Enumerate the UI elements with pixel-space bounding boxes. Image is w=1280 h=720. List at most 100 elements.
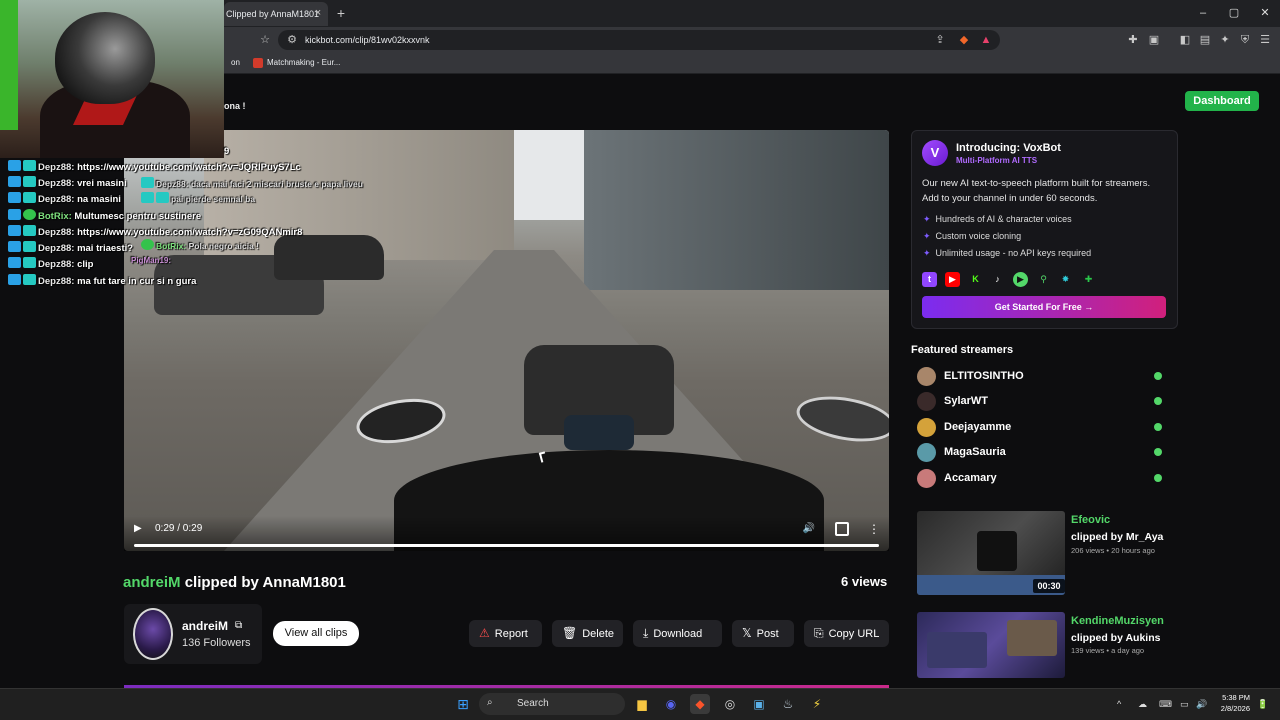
- play-button[interactable]: ▶: [134, 522, 146, 536]
- chat-message: Depz88: vrei masini: [8, 176, 127, 190]
- rewards-icon[interactable]: ▲: [978, 32, 994, 48]
- rumble-icon: ▶: [1013, 272, 1028, 287]
- extensions-icon[interactable]: ✚: [1125, 32, 1141, 48]
- download-button[interactable]: ⤓ Download: [633, 620, 722, 647]
- ai-icon[interactable]: ✦: [1217, 32, 1233, 48]
- bookmark-item[interactable]: on: [231, 57, 240, 69]
- sidebar-icon[interactable]: ◧: [1177, 32, 1193, 48]
- bookmark-icon[interactable]: ☆: [257, 32, 273, 48]
- promo-subtitle: Multi-Platform AI TTS: [956, 156, 1038, 165]
- share-icon: ⎘: [814, 626, 824, 640]
- discord-icon[interactable]: ◉: [661, 694, 681, 714]
- volume-button[interactable]: 🔊: [802, 522, 816, 536]
- minimize-button[interactable]: –: [1193, 4, 1213, 22]
- chat-message-faded: PigMan19:: [131, 256, 172, 265]
- more-options-button[interactable]: ⋮: [868, 522, 880, 536]
- tab-close-button[interactable]: ×: [311, 4, 325, 22]
- video-frame-mirror: [793, 389, 889, 449]
- sparkle-icon: ✦: [923, 231, 931, 241]
- post-button[interactable]: 𝕏 Post: [732, 620, 794, 647]
- video-progress-bar[interactable]: [134, 544, 879, 547]
- live-indicator-icon: [1154, 448, 1162, 456]
- trovo-icon: ✸: [1061, 274, 1070, 284]
- url-text[interactable]: kickbot.com/clip/81wv02kxxvnk: [305, 33, 430, 47]
- tab-title: Clipped by AnnaM1801: [226, 9, 320, 19]
- brave-shield-icon[interactable]: ◆: [956, 32, 972, 48]
- related-clip-streamer[interactable]: Efeovic: [1071, 513, 1110, 527]
- clock[interactable]: 5:38 PM 2/8/2026: [1214, 692, 1250, 714]
- clip-streamer-link[interactable]: andreiM: [123, 574, 181, 591]
- video-progress-fill: [134, 544, 879, 547]
- menu-icon[interactable]: ☰: [1257, 32, 1273, 48]
- windows-start-icon[interactable]: ⊞: [453, 694, 473, 714]
- clip-views: 6 views: [841, 574, 888, 589]
- promo-feature: ✦ Unlimited usage - no API keys required: [923, 248, 1092, 258]
- streamer-row[interactable]: SylarWT: [911, 389, 1171, 413]
- reading-icon[interactable]: ▤: [1197, 32, 1213, 48]
- download-icon: ⤓: [643, 626, 649, 640]
- report-button[interactable]: ⚠ Report: [469, 620, 542, 647]
- bookmark-item[interactable]: Matchmaking - Eur...: [267, 57, 340, 69]
- vpn-icon[interactable]: ⛨: [1237, 32, 1253, 48]
- promo-title: Introducing: VoxBot: [956, 142, 1061, 154]
- warning-icon: ⚠: [479, 626, 490, 640]
- chat-message-faded: BotRix: Pola negro aicia !: [141, 239, 259, 253]
- taskbar-search[interactable]: Search: [479, 693, 625, 715]
- external-link-icon[interactable]: ⧉: [235, 619, 242, 633]
- display-icon[interactable]: ▭: [1180, 697, 1189, 711]
- photos-icon[interactable]: ▣: [749, 694, 769, 714]
- related-clip-thumbnail[interactable]: [917, 612, 1065, 678]
- new-tab-button[interactable]: +: [334, 3, 348, 23]
- promo-feature: ✦ Hundreds of AI & character voices: [923, 214, 1072, 224]
- cloud-icon[interactable]: ☁: [1138, 697, 1147, 711]
- get-started-button[interactable]: Get Started For Free →: [922, 296, 1166, 318]
- video-time: 0:29 / 0:29: [155, 523, 203, 534]
- brave-browser-icon[interactable]: ◆: [690, 694, 710, 714]
- share-icon[interactable]: ⇪: [932, 32, 948, 48]
- steam-icon[interactable]: ♨: [778, 694, 798, 714]
- helmet-image: [55, 12, 155, 104]
- chat-message-faded: Depz88: daca mai faci 2 miscari bruste e…: [141, 177, 363, 191]
- volume-icon[interactable]: 🔊: [1196, 697, 1207, 711]
- twitch-icon: t: [922, 272, 937, 287]
- related-clip-title[interactable]: clipped by Mr_Aya: [1071, 531, 1163, 544]
- tray-overflow-icon[interactable]: ^: [1117, 697, 1121, 711]
- obs-icon[interactable]: ◎: [720, 694, 740, 714]
- sparkle-icon: ✦: [923, 248, 931, 258]
- dashboard-button[interactable]: Dashboard: [1185, 91, 1259, 111]
- featured-streamers-heading: Featured streamers: [911, 344, 1014, 356]
- follower-count: 136 Followers: [182, 637, 251, 649]
- site-info-icon[interactable]: ⚙: [284, 32, 300, 48]
- kick-icon: K: [972, 274, 979, 284]
- streamer-row[interactable]: Deejayamme: [911, 415, 1171, 439]
- related-clip-title[interactable]: clipped by Aukins: [1071, 632, 1160, 645]
- copy-url-button[interactable]: ⎘ Copy URL: [804, 620, 889, 647]
- channel-name[interactable]: andreiM: [182, 619, 228, 633]
- avatar[interactable]: [133, 608, 173, 660]
- wallet-icon[interactable]: ▣: [1146, 32, 1162, 48]
- streamer-row[interactable]: ELTITOSINTHO: [911, 364, 1171, 388]
- keyboard-icon[interactable]: ⌨: [1159, 697, 1172, 711]
- announcement-text: ona !: [224, 101, 246, 111]
- clip-duration: 00:30: [1033, 579, 1065, 593]
- close-window-button[interactable]: ✕: [1255, 4, 1275, 22]
- chat-message: Depz88: https://www.youtube.com/watch?v=…: [8, 160, 301, 174]
- app-icon[interactable]: ⚡: [807, 694, 827, 714]
- related-clip-streamer[interactable]: KendineMuzisyen: [1071, 614, 1164, 628]
- delete-button[interactable]: 🗑 Delete: [552, 620, 623, 647]
- streamer-row[interactable]: Accamary: [911, 466, 1171, 490]
- fullscreen-icon[interactable]: [835, 522, 849, 536]
- avatar: [917, 367, 936, 386]
- maximize-button[interactable]: ▢: [1224, 4, 1244, 22]
- streamer-row[interactable]: MagaSauria: [911, 440, 1171, 464]
- battery-icon[interactable]: 🔋: [1257, 697, 1268, 711]
- live-indicator-icon: [1154, 397, 1162, 405]
- avatar: [917, 443, 936, 462]
- file-explorer-icon[interactable]: ▆: [632, 694, 652, 714]
- related-clip-meta: 139 views • a day ago: [1071, 646, 1145, 655]
- chat-message: Depz88: clip: [8, 257, 93, 271]
- webcam-overlay: [0, 0, 224, 158]
- video-frame-dashboard: [564, 415, 634, 450]
- view-all-clips-button[interactable]: View all clips: [273, 621, 359, 646]
- related-clip-meta: 206 views • 20 hours ago: [1071, 546, 1155, 555]
